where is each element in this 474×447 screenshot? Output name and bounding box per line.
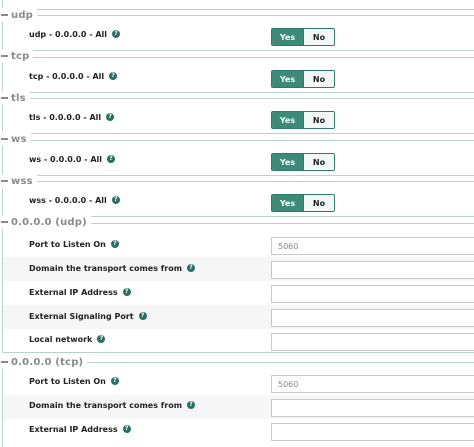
previous-section-box [2,0,474,10]
udp-section-legend[interactable]: udp [0,8,38,22]
tls-section-legend[interactable]: tls [0,91,30,105]
udp-port-input[interactable]: 5060 [271,237,474,255]
udp-local-network-label: Local network ? [29,332,106,346]
ws-section-box: ws - 0.0.0.0 - All ? Yes No [2,140,474,176]
help-icon[interactable]: ? [122,288,131,296]
ws-section-legend[interactable]: ws [0,132,31,146]
wss-row-label: wss - 0.0.0.0 - All ? [29,193,120,207]
tcp-transport-box: Port to Listen On ? 5060 Domain the tran… [2,362,474,447]
tls-no-button[interactable]: No [303,112,334,128]
tls-section-box: tls - 0.0.0.0 - All ? Yes No [2,98,474,134]
udp-yes-button[interactable]: Yes [272,29,304,45]
udp-external-sig-port-row: External Signaling Port ? [3,305,474,329]
minus-icon [1,55,8,57]
tls-yes-button[interactable]: Yes [272,112,304,128]
ws-enable-toggle[interactable]: Yes No [271,153,335,171]
tcp-domain-input[interactable] [271,399,474,417]
udp-transport-legend[interactable]: 0.0.0.0 (udp) [0,215,91,229]
udp-row-label: udp - 0.0.0.0 - All ? [29,27,120,41]
wss-no-button[interactable]: No [303,195,334,211]
help-icon[interactable]: ? [97,335,106,343]
tcp-port-row: Port to Listen On ? 5060 [3,370,474,394]
udp-port-label: Port to Listen On ? [29,237,119,251]
udp-domain-row: Domain the transport comes from ? [3,257,474,281]
transport-settings-page: udp udp - 0.0.0.0 - All ? Yes No tcp tcp… [0,0,474,447]
help-icon[interactable]: ? [107,155,115,163]
tcp-no-button[interactable]: No [303,71,334,87]
tcp-section-box: tcp - 0.0.0.0 - All ? Yes No [2,57,474,93]
help-icon[interactable]: ? [112,30,120,38]
help-icon[interactable]: ? [187,401,196,409]
udp-external-ip-label: External IP Address ? [29,285,131,299]
ws-no-button[interactable]: No [303,154,334,170]
help-icon[interactable]: ? [106,113,115,121]
ws-row-label: ws - 0.0.0.0 - All ? [29,152,115,166]
minus-icon [1,14,8,16]
minus-icon [1,361,8,363]
minus-icon [1,97,8,99]
udp-external-sig-port-input[interactable] [271,309,474,327]
tcp-domain-label: Domain the transport comes from ? [29,398,196,412]
udp-external-sig-port-label: External Signaling Port ? [29,309,147,323]
tcp-section-legend[interactable]: tcp [0,49,34,63]
udp-section-box: udp - 0.0.0.0 - All ? Yes No [2,15,474,51]
minus-icon [1,221,8,223]
help-icon[interactable]: ? [187,264,196,272]
tcp-transport-legend[interactable]: 0.0.0.0 (tcp) [0,355,88,369]
help-icon[interactable]: ? [110,240,119,248]
udp-domain-label: Domain the transport comes from ? [29,261,196,275]
tcp-domain-row: Domain the transport comes from ? [3,395,474,419]
wss-enable-toggle[interactable]: Yes No [271,194,335,212]
udp-domain-input[interactable] [271,261,474,279]
help-icon[interactable]: ? [138,312,147,320]
help-icon[interactable]: ? [111,196,120,204]
udp-enable-toggle[interactable]: Yes No [271,28,335,46]
tcp-enable-toggle[interactable]: Yes No [271,70,335,88]
udp-local-network-input[interactable] [271,333,474,351]
udp-external-ip-input[interactable] [271,285,474,303]
minus-icon [1,138,8,140]
wss-yes-button[interactable]: Yes [272,195,304,211]
tcp-port-input[interactable]: 5060 [271,375,474,393]
wss-section-box: wss - 0.0.0.0 - All ? Yes No [2,181,474,217]
udp-no-button[interactable]: No [303,29,334,45]
tcp-port-label: Port to Listen On ? [29,374,119,388]
minus-icon [1,180,8,182]
help-icon[interactable]: ? [122,425,131,433]
udp-external-ip-row: External IP Address ? [3,281,474,305]
tcp-yes-button[interactable]: Yes [272,71,304,87]
help-icon[interactable]: ? [110,377,119,385]
udp-local-network-row: Local network ? [3,329,474,353]
help-icon[interactable]: ? [109,72,118,80]
wss-section-legend[interactable]: wss [0,174,37,188]
tls-enable-toggle[interactable]: Yes No [271,111,335,129]
tcp-external-ip-input[interactable] [271,423,474,441]
udp-port-row: Port to Listen On ? 5060 [3,232,474,256]
tls-row-label: tls - 0.0.0.0 - All ? [29,110,115,124]
tcp-external-ip-label: External IP Address ? [29,422,131,436]
udp-transport-box: Port to Listen On ? 5060 Domain the tran… [2,223,474,353]
ws-yes-button[interactable]: Yes [272,154,304,170]
tcp-external-ip-row: External IP Address ? [3,419,474,443]
tcp-row-label: tcp - 0.0.0.0 - All ? [29,69,118,83]
